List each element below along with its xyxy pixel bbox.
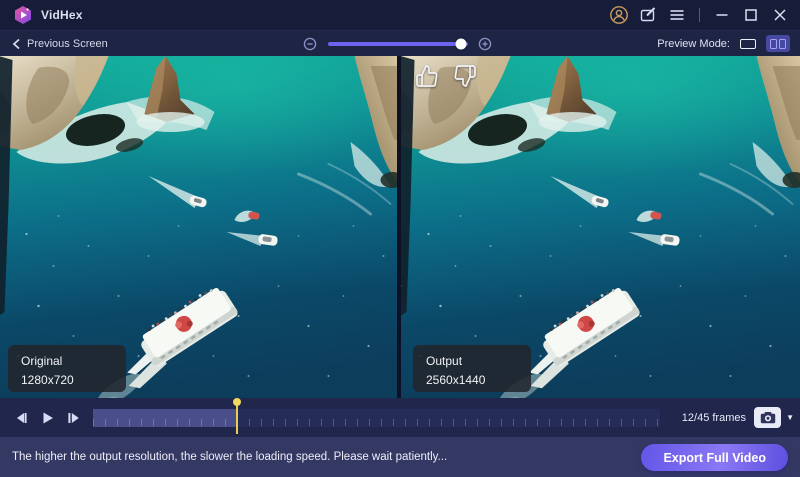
preview-stage: Original 1280x720 Output 2560x1440: [0, 56, 800, 398]
thumbs-down-icon[interactable]: [453, 64, 477, 88]
zoom-slider-thumb[interactable]: [456, 39, 467, 50]
thumbs-up-icon[interactable]: [415, 64, 439, 88]
status-message: The higher the output resolution, the sl…: [12, 437, 447, 477]
preview-mode-label: Preview Mode:: [657, 38, 730, 50]
previous-screen-button[interactable]: Previous Screen: [12, 38, 108, 50]
frame-counter: 12/45 frames: [682, 398, 746, 437]
previous-frame-button[interactable]: [12, 409, 30, 427]
timeline-playhead[interactable]: [236, 401, 238, 434]
output-label-box: Output 2560x1440: [413, 345, 531, 392]
menu-icon[interactable]: [667, 5, 687, 25]
timeline-track[interactable]: [93, 409, 660, 427]
single-view-icon: [740, 39, 756, 49]
app-title: VidHex: [41, 8, 83, 22]
preview-mode-controls: Preview Mode:: [657, 35, 790, 52]
snapshot-button[interactable]: [754, 407, 781, 428]
chevron-left-icon: [12, 38, 21, 50]
output-label: Output: [426, 352, 531, 371]
account-icon[interactable]: [609, 5, 629, 25]
export-full-video-button[interactable]: Export Full Video: [641, 444, 788, 471]
minimize-button[interactable]: [712, 5, 732, 25]
split-view-icon: [770, 39, 786, 49]
titlebar-divider: [699, 8, 700, 22]
zoom-in-icon[interactable]: [478, 37, 493, 52]
single-view-button[interactable]: [736, 35, 760, 52]
feedback-icon[interactable]: [638, 5, 658, 25]
rating-controls: [415, 64, 477, 88]
close-button[interactable]: [770, 5, 790, 25]
play-button[interactable]: [38, 409, 56, 427]
title-bar: VidHex: [0, 0, 800, 30]
output-resolution: 2560x1440: [426, 371, 531, 390]
output-video-panel[interactable]: Output 2560x1440: [401, 56, 800, 398]
split-view-button[interactable]: [766, 35, 790, 52]
zoom-controls: [303, 31, 493, 57]
zoom-slider[interactable]: [328, 42, 468, 46]
camera-icon: [760, 411, 776, 424]
maximize-button[interactable]: [741, 5, 761, 25]
original-label: Original: [21, 352, 126, 371]
original-video-panel[interactable]: Original 1280x720: [0, 56, 397, 398]
timeline-ticks: [93, 419, 660, 426]
original-resolution: 1280x720: [21, 371, 126, 390]
playback-buttons: [12, 398, 82, 437]
previous-screen-label: Previous Screen: [27, 38, 108, 50]
playback-bar: 12/45 frames ▼: [0, 398, 800, 437]
next-frame-button[interactable]: [64, 409, 82, 427]
original-label-box: Original 1280x720: [8, 345, 126, 392]
app-logo-icon: [13, 5, 33, 25]
toolbar: Previous Screen Preview Mode:: [0, 30, 800, 56]
status-bar: The higher the output resolution, the sl…: [0, 437, 800, 477]
app-window: VidHex: [0, 0, 800, 477]
snapshot-dropdown-caret[interactable]: ▼: [786, 398, 794, 437]
zoom-out-icon[interactable]: [303, 37, 318, 52]
